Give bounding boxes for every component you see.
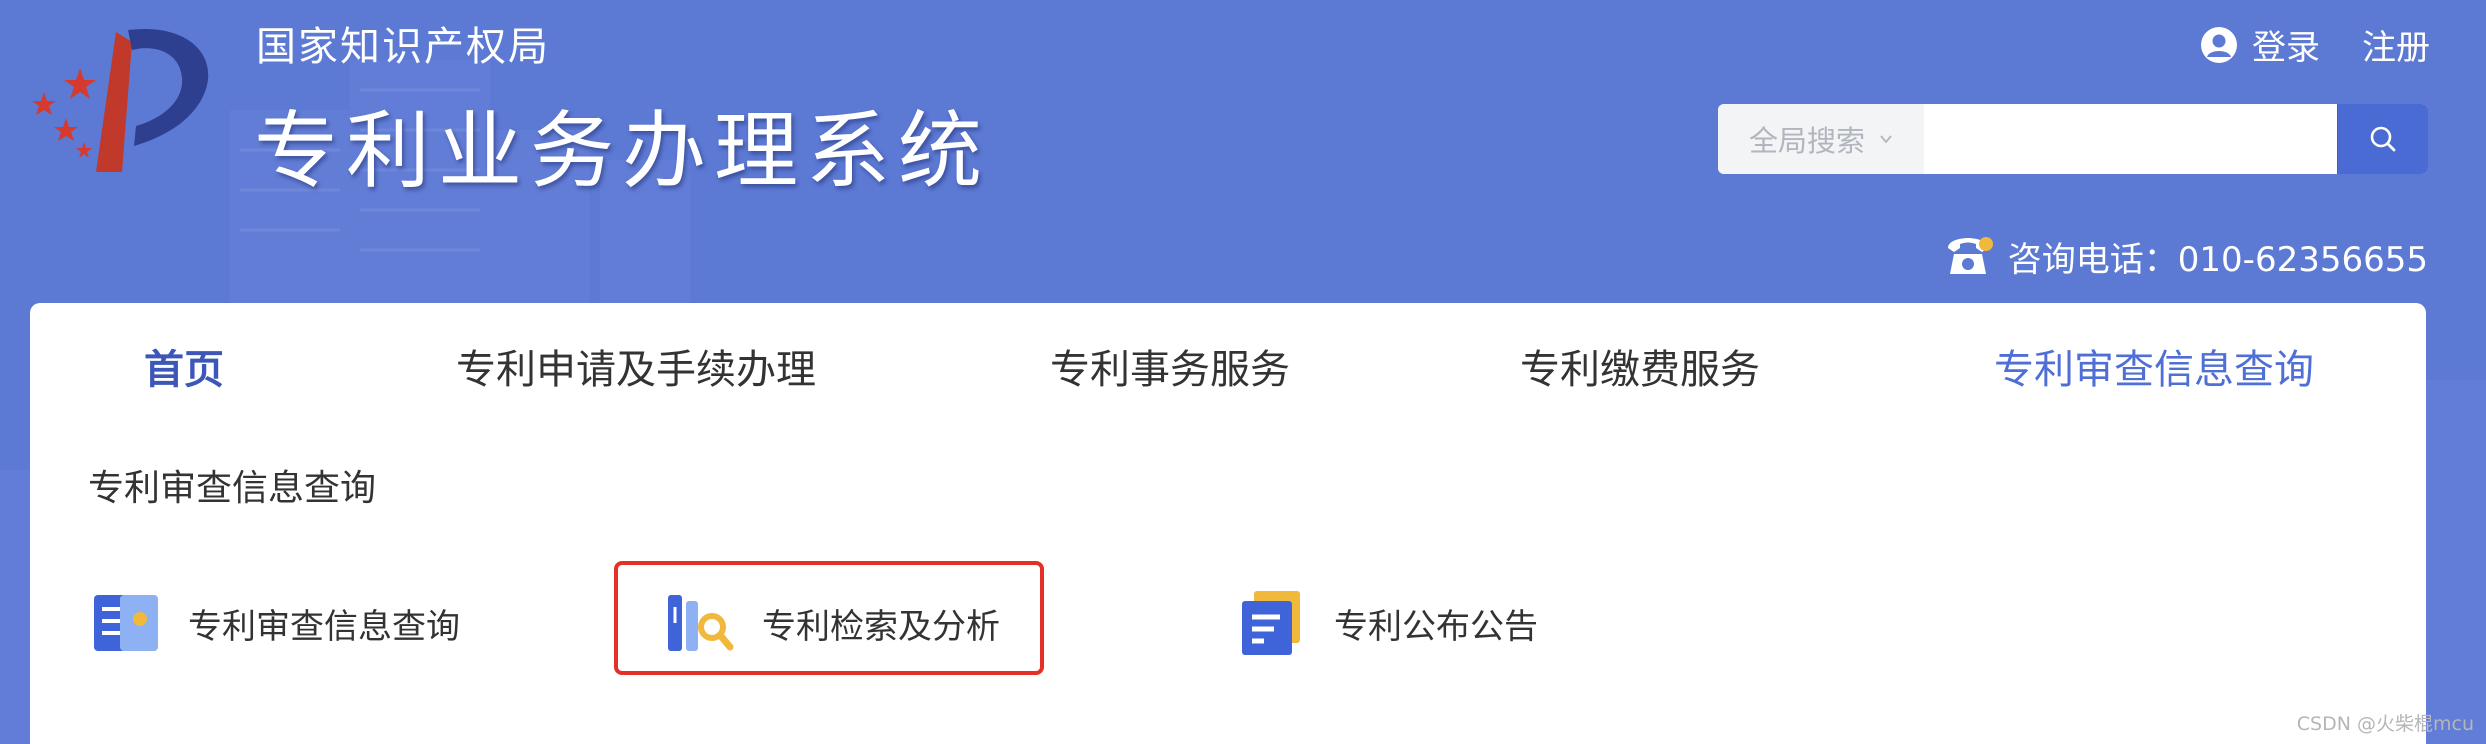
search-input[interactable] bbox=[1924, 104, 2337, 174]
telephone-icon bbox=[1947, 236, 1993, 274]
card-label: 专利公布公告 bbox=[1334, 606, 1538, 647]
nav-patent-application[interactable]: 专利申请及手续办理 bbox=[456, 337, 816, 395]
nav-patent-fees[interactable]: 专利缴费服务 bbox=[1520, 337, 1760, 395]
card-examination-query[interactable]: 专利审查信息查询 bbox=[90, 563, 460, 683]
search-scope-label: 全局搜索 bbox=[1748, 124, 1865, 158]
card-patent-announcement[interactable]: 专利公布公告 bbox=[1236, 563, 1538, 683]
document-query-icon bbox=[94, 595, 158, 651]
search-icon bbox=[2370, 126, 2396, 152]
search-analysis-icon bbox=[668, 595, 734, 651]
card-patent-search-analysis[interactable]: 专利检索及分析 bbox=[664, 563, 1000, 683]
nav-examination-query[interactable]: 专利审查信息查询 bbox=[1994, 337, 2314, 395]
cnipa-logo bbox=[32, 28, 209, 172]
org-name: 国家知识产权局 bbox=[256, 24, 550, 70]
card-label: 专利审查信息查询 bbox=[188, 606, 460, 647]
global-search: 全局搜索 bbox=[1718, 104, 2428, 174]
system-title: 专利业务办理系统 bbox=[254, 102, 991, 200]
main-nav: 首页 专利申请及手续办理 专利事务服务 专利缴费服务 专利审查信息查询 bbox=[30, 303, 2426, 423]
card-label: 专利检索及分析 bbox=[762, 606, 1000, 647]
content-panel: 首页 专利申请及手续办理 专利事务服务 专利缴费服务 专利审查信息查询 专利审查… bbox=[30, 303, 2426, 744]
search-scope-dropdown[interactable]: 全局搜索 bbox=[1718, 104, 1924, 174]
register-link[interactable]: 注册 bbox=[2362, 20, 2430, 69]
login-link[interactable]: 登录 bbox=[2252, 20, 2320, 69]
hotline: 咨询电话：010-62356655 bbox=[1942, 232, 2428, 281]
section-title: 专利审查信息查询 bbox=[88, 468, 377, 509]
chevron-down-icon bbox=[1880, 135, 1892, 144]
nav-home[interactable]: 首页 bbox=[144, 337, 224, 395]
announcement-icon bbox=[1242, 591, 1300, 655]
search-button[interactable] bbox=[2337, 104, 2428, 174]
hotline-text: 咨询电话：010-62356655 bbox=[2007, 240, 2428, 280]
nav-patent-affairs[interactable]: 专利事务服务 bbox=[1050, 337, 1290, 395]
watermark: CSDN @火柴棍mcu bbox=[2296, 713, 2474, 735]
user-icon bbox=[2201, 26, 2237, 63]
auth-links: 登录 注册 bbox=[2200, 20, 2430, 69]
site-header: 国家知识产权局 专利业务办理系统 登录 注册 全局搜索 咨询电话：010-623… bbox=[0, 0, 2486, 300]
